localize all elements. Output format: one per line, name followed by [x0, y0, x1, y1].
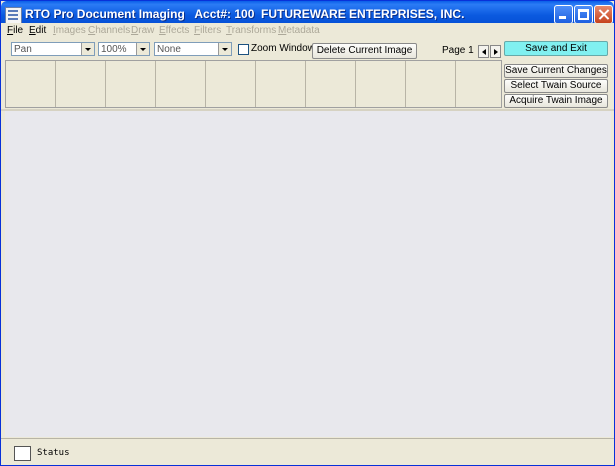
minimize-button[interactable]: [554, 5, 573, 24]
chevron-down-icon: [81, 43, 94, 55]
next-page-button[interactable]: [490, 45, 501, 58]
save-changes-button[interactable]: Save Current Changes: [504, 64, 608, 78]
status-text: Status: [37, 448, 70, 458]
thumbnail-slot[interactable]: [6, 61, 56, 107]
menu-edit[interactable]: Edit: [29, 25, 46, 36]
image-canvas[interactable]: [5, 111, 611, 437]
menu-transforms[interactable]: Transforms: [226, 25, 276, 36]
minimize-icon: [555, 6, 572, 23]
status-bar: Status: [1, 438, 614, 465]
mode-select[interactable]: None: [154, 42, 232, 56]
document-icon: [5, 7, 22, 24]
close-icon: [595, 6, 612, 23]
menu-metadata[interactable]: Metadata: [278, 25, 320, 36]
thumbnail-slot[interactable]: [456, 61, 506, 107]
arrow-right-icon: [494, 49, 498, 55]
menu-filters[interactable]: Filters: [194, 25, 221, 36]
arrow-left-icon: [482, 49, 486, 55]
thumbnail-slot[interactable]: [56, 61, 106, 107]
menu-images[interactable]: Images: [53, 25, 86, 36]
thumbnail-slot[interactable]: [406, 61, 456, 107]
zoom-window-checkbox[interactable]: [238, 44, 249, 55]
app-window: RTO Pro Document Imaging Acct#: 100 FUTU…: [0, 0, 615, 466]
chevron-down-icon: [218, 43, 231, 55]
thumbnail-slot[interactable]: [256, 61, 306, 107]
zoom-window-label: Zoom Window: [251, 43, 315, 54]
thumbnail-strip: [5, 60, 502, 108]
acquire-twain-button[interactable]: Acquire Twain Image: [504, 94, 608, 108]
thumbnail-slot[interactable]: [106, 61, 156, 107]
zoom-select[interactable]: 100%: [98, 42, 150, 56]
delete-image-button[interactable]: Delete Current Image: [312, 43, 417, 59]
select-twain-button[interactable]: Select Twain Source: [504, 79, 608, 93]
thumbnail-slot[interactable]: [356, 61, 406, 107]
menu-bar: File Edit Images Channels Draw Effects F…: [1, 23, 614, 40]
menu-draw[interactable]: Draw: [131, 25, 154, 36]
menu-file[interactable]: File: [7, 25, 23, 36]
maximize-icon: [575, 6, 592, 23]
thumbnail-slot[interactable]: [206, 61, 256, 107]
menu-effects[interactable]: Effects: [159, 25, 189, 36]
zoom-select-value: 100%: [101, 44, 127, 55]
maximize-button[interactable]: [574, 5, 593, 24]
tool-select-value: Pan: [14, 44, 32, 55]
prev-page-button[interactable]: [478, 45, 489, 58]
page-indicator: Page 1: [442, 45, 474, 56]
close-button[interactable]: [594, 5, 613, 24]
thumbnail-slot[interactable]: [156, 61, 206, 107]
mode-select-value: None: [157, 44, 181, 55]
tool-select[interactable]: Pan: [11, 42, 95, 56]
save-and-exit-button[interactable]: Save and Exit: [504, 41, 608, 56]
menu-channels[interactable]: Channels: [88, 25, 130, 36]
window-title: RTO Pro Document Imaging Acct#: 100 FUTU…: [25, 7, 465, 21]
status-indicator: [14, 446, 31, 461]
thumbnail-slot[interactable]: [306, 61, 356, 107]
chevron-down-icon: [136, 43, 149, 55]
